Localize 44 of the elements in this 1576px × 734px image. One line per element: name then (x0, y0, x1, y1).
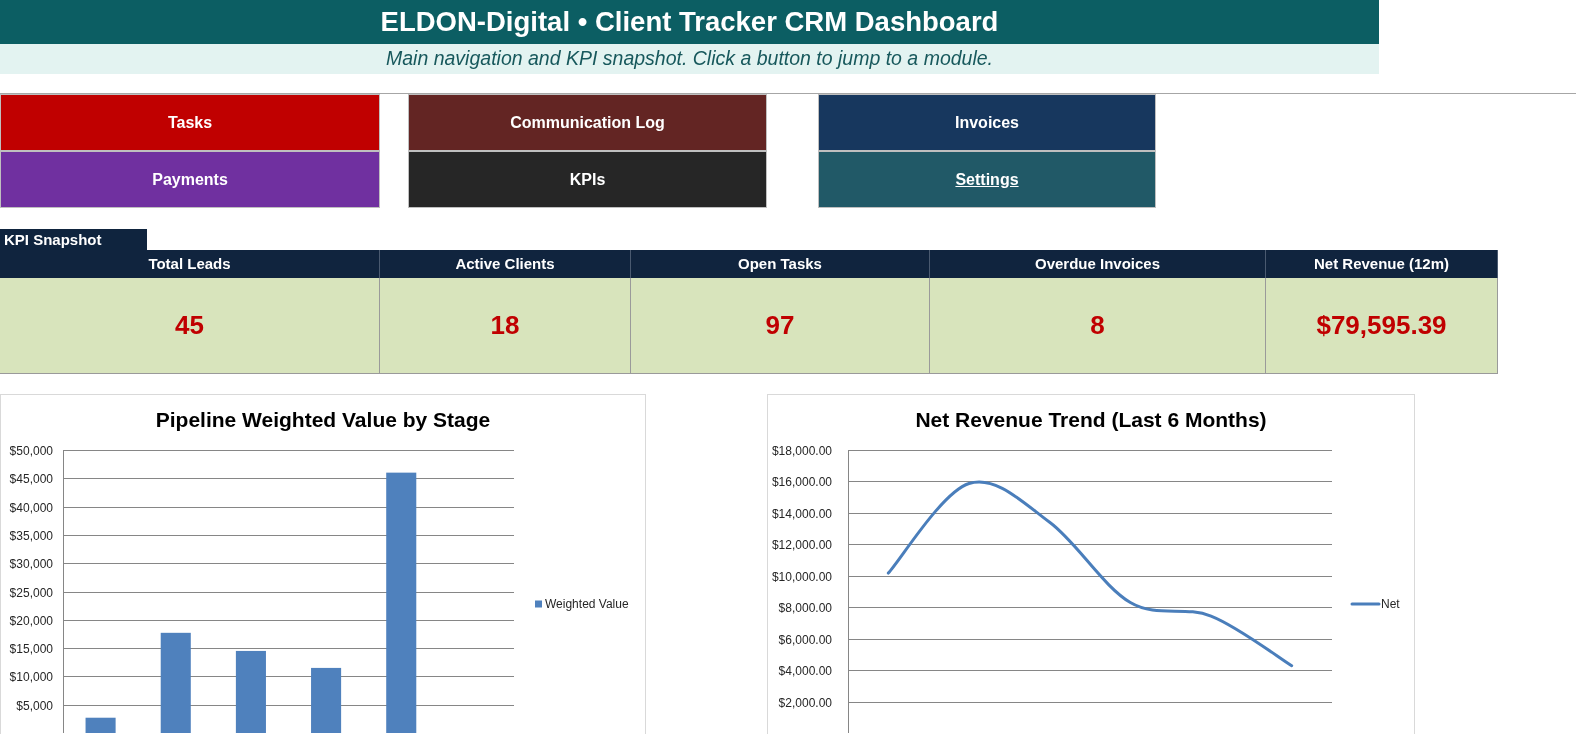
axis-label: $15,000 (9, 641, 53, 656)
section-title: KPI Snapshot (0, 229, 147, 250)
legend-label: Weighted Value (545, 597, 629, 611)
axis-label: $2,000.00 (778, 695, 832, 710)
axis-label: $5,000 (16, 698, 53, 713)
legend-label: Net (1381, 597, 1400, 611)
axis-label: $10,000 (9, 669, 53, 684)
kpi-value: 45 (0, 278, 380, 374)
axis-label: $10,000.00 (771, 569, 832, 584)
chart-title: Net Revenue Trend (Last 6 Months) (915, 409, 1267, 430)
column-header: Net Revenue (12m) (1266, 250, 1498, 278)
axis-label: $18,000.00 (771, 444, 832, 458)
nav-button[interactable]: KPIs (408, 151, 767, 208)
kpi-value: 18 (380, 278, 631, 374)
nav-button[interactable]: Tasks (0, 94, 380, 151)
axis-label: $14,000.00 (771, 506, 832, 521)
axis-label: $8,000.00 (778, 600, 832, 615)
nav-button[interactable]: Invoices (818, 94, 1156, 151)
bar (85, 717, 116, 733)
axis-label: $45,000 (9, 471, 53, 486)
axis-label: $25,000 (9, 585, 53, 600)
axis-label: $6,000.00 (778, 632, 832, 647)
column-header: Active Clients (380, 250, 631, 278)
dashboard-title: ELDON-Digital • Client Tracker CRM Dashboard (380, 8, 999, 36)
bar (311, 667, 342, 733)
axis-label: $4,000.00 (778, 663, 832, 678)
nav-button[interactable]: Payments (0, 151, 380, 208)
axis-label: $12,000.00 (771, 537, 832, 552)
axis-label: $50,000 (9, 444, 53, 458)
kpi-value: $79,595.39 (1266, 278, 1498, 374)
dashboard-subtitle: Main navigation and KPI snapshot. Click a button to jump to a module. (386, 49, 993, 69)
column-header: Total Leads (0, 250, 380, 278)
axis-label: $20,000 (9, 613, 53, 628)
chart-title: Pipeline Weighted Value by Stage (155, 409, 491, 430)
column-header: Overdue Invoices (930, 250, 1266, 278)
kpi-value: 97 (631, 278, 930, 374)
axis-label: $30,000 (9, 556, 53, 571)
nav-button[interactable]: Settings (818, 151, 1156, 208)
kpi-value: 8 (930, 278, 1266, 374)
axis-label: $40,000 (9, 500, 53, 515)
axis-label: $35,000 (9, 528, 53, 543)
axis-label: $16,000.00 (771, 474, 832, 489)
nav-button[interactable]: Communication Log (408, 94, 767, 151)
column-header: Open Tasks (631, 250, 930, 278)
